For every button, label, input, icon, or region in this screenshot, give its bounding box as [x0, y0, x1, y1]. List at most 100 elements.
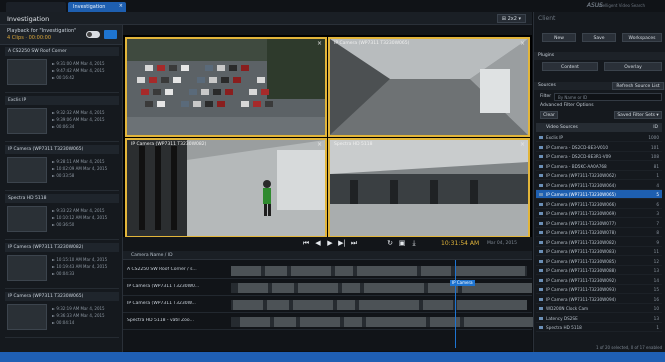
clip-item[interactable]: IP Camera (WP7311 T3230W065) ► 9:32:19 AM…: [5, 292, 119, 338]
skip-forward-button[interactable]: ⏭: [349, 239, 359, 248]
source-item[interactable]: IP Camera (WP7311-T3230W064) 4: [536, 181, 662, 190]
timeline-segment[interactable]: [337, 300, 355, 310]
timeline-segment[interactable]: [300, 317, 340, 327]
source-item[interactable]: IP Camera (WP7311-T3230W083) 11: [536, 247, 662, 256]
close-icon[interactable]: ×: [520, 141, 525, 148]
source-item[interactable]: WD200N Clock Cam 10: [536, 304, 662, 313]
timeline-track[interactable]: [231, 266, 527, 276]
source-item[interactable]: IP Camera (WP7311-T3230W085) 12: [536, 257, 662, 266]
play-button[interactable]: ▶: [325, 239, 335, 248]
close-icon[interactable]: ×: [520, 40, 525, 47]
timeline-segment[interactable]: [267, 300, 289, 310]
camera-icon[interactable]: [104, 30, 117, 39]
plugins-section[interactable]: Plugins: [534, 52, 665, 60]
close-icon[interactable]: ×: [317, 141, 322, 148]
tab-blank[interactable]: [6, 2, 66, 12]
refresh-sources-button[interactable]: Refresh Source List: [612, 82, 664, 90]
timeline-segment[interactable]: [240, 317, 270, 327]
timeline-segment[interactable]: [359, 300, 419, 310]
clip-thumbnail[interactable]: [7, 206, 47, 232]
advanced-filter-toggle[interactable]: Advanced Filter Options: [540, 103, 594, 108]
source-item[interactable]: IP Camera (WP7311-T3230W078) 8: [536, 228, 662, 237]
source-item[interactable]: IP Camera (WP7311-T3230W088) 13: [536, 266, 662, 275]
timeline-segment[interactable]: [335, 266, 353, 276]
clip-item[interactable]: Exclis IP ► 9:32:32 AM Mar 4, 2015 ► 9:39:…: [5, 96, 119, 142]
source-item[interactable]: IP Camera (WP7311-T3230W092) 14: [536, 276, 662, 285]
source-item[interactable]: IP Camera - DS2CD-8E3R1-V09 108: [536, 152, 662, 161]
timeline-segment[interactable]: [293, 300, 333, 310]
source-item[interactable]: IP Camera (WP7311-T3230W094) 16: [536, 295, 662, 304]
source-id: 13: [653, 268, 659, 273]
layout-select[interactable]: ⊞ 2x2 ▾: [496, 14, 526, 23]
source-item[interactable]: Latency DS2SE 13: [536, 314, 662, 323]
timeline-track[interactable]: [231, 317, 534, 327]
playhead[interactable]: [455, 260, 456, 348]
clip-item[interactable]: Spectra HD 5118 ► 9:33:22 AM Mar 4, 2015 ►…: [5, 194, 119, 240]
overlay-button[interactable]: Overlay: [604, 62, 662, 71]
saved-filters-dropdown[interactable]: Saved Filter Sets ▾: [614, 111, 662, 119]
timeline-track[interactable]: [231, 283, 532, 293]
clip-item[interactable]: IP Camera (WP7311 T3230W082) ► 10:15:10 A…: [5, 243, 119, 289]
timeline-segment[interactable]: [455, 266, 525, 276]
clip-item[interactable]: A CS2250 SW Roof Corner ► 9:31:00 AM Mar …: [5, 47, 119, 93]
source-item[interactable]: IP Camera (WP7311-T3230W077) 7: [536, 219, 662, 228]
clip-thumbnail[interactable]: [7, 157, 47, 183]
timeline-segment[interactable]: [298, 283, 338, 293]
source-item[interactable]: Exclis IP 1000: [536, 133, 662, 142]
source-item[interactable]: IP Camera (WP7311-T3230W065) 5: [536, 190, 662, 199]
timeline-segment[interactable]: [457, 300, 527, 310]
source-item[interactable]: IP Camera - BD5KC-AA0A768 81: [536, 162, 662, 171]
workspaces-button[interactable]: Workspaces: [622, 33, 662, 42]
source-item[interactable]: IP Camera (WP7311-T3230W069) 3: [536, 209, 662, 218]
new-button[interactable]: New: [542, 33, 576, 42]
clip-thumbnail[interactable]: [7, 255, 47, 281]
clear-button[interactable]: Clear: [540, 111, 558, 119]
video-tile-indoor[interactable]: Spectra HD 5118 ×: [328, 138, 530, 238]
timeline-segment[interactable]: [423, 300, 453, 310]
skip-back-button[interactable]: ⏮: [301, 239, 311, 248]
timeline-segment[interactable]: [464, 317, 534, 327]
tab-investigation[interactable]: Investigation ×: [68, 2, 126, 12]
source-item[interactable]: IP Camera (WP7311-T3230W066) 6: [536, 200, 662, 209]
video-tile-parking[interactable]: ×: [125, 37, 327, 137]
timeline-segment[interactable]: [265, 266, 287, 276]
timeline-segment[interactable]: [233, 300, 263, 310]
loop-icon[interactable]: ↻: [385, 239, 395, 248]
step-forward-button[interactable]: ▶|: [337, 239, 347, 248]
step-back-button[interactable]: ◀: [313, 239, 323, 248]
clip-thumbnail[interactable]: [7, 59, 47, 85]
timeline-segment[interactable]: [344, 317, 362, 327]
export-icon[interactable]: ⤓: [409, 239, 419, 248]
clip-thumbnail[interactable]: [7, 108, 47, 134]
timeline-segment[interactable]: [364, 283, 424, 293]
timeline-segment[interactable]: [342, 283, 360, 293]
timeline-segment[interactable]: [231, 266, 261, 276]
clip-thumbnail[interactable]: [7, 304, 47, 330]
timeline-track[interactable]: [231, 300, 527, 310]
source-item[interactable]: IP Camera - DS2CD-8E3-V010 101: [536, 143, 662, 152]
timeline-row[interactable]: A CS2250 SW Roof Corner / s...: [123, 263, 532, 279]
timeline-segment[interactable]: [274, 317, 296, 327]
source-item[interactable]: Spectra HD 5118 1: [536, 323, 662, 332]
source-item[interactable]: IP Camera (WP7311-T3230W062) 1: [536, 171, 662, 180]
video-tile-corridor[interactable]: IP Camera (WP7311 T3230W065) ×: [328, 37, 530, 137]
snapshot-icon[interactable]: ▣: [397, 239, 407, 248]
timeline-row[interactable]: Spectra HD 5118 - vatil Zoo...: [123, 314, 534, 330]
filter-input[interactable]: By Name or ID: [554, 93, 662, 101]
source-item[interactable]: IP Camera (WP7311-T3230W093) 15: [536, 285, 662, 294]
timeline-segment[interactable]: [238, 283, 268, 293]
timeline-segment[interactable]: [357, 266, 417, 276]
playback-toggle[interactable]: [86, 31, 100, 38]
save-button[interactable]: Save: [582, 33, 616, 42]
source-item[interactable]: IP Camera (WP7311-T3230W082) 9: [536, 238, 662, 247]
video-tile-hallway[interactable]: IP Camera (WP7311 T3230W082) ×: [125, 138, 327, 238]
content-button[interactable]: Content: [542, 62, 598, 71]
clip-item[interactable]: IP Camera (WP7311 T3230W065) ► 9:28:11 AM…: [5, 145, 119, 191]
close-icon[interactable]: ×: [317, 40, 322, 47]
timeline-segment[interactable]: [421, 266, 451, 276]
close-icon[interactable]: ×: [119, 3, 123, 9]
timeline-segment[interactable]: [272, 283, 294, 293]
timeline-segment[interactable]: [291, 266, 331, 276]
timeline-segment[interactable]: [366, 317, 426, 327]
timeline-row[interactable]: IP Camera (WP7311 T3230W...: [123, 297, 532, 313]
